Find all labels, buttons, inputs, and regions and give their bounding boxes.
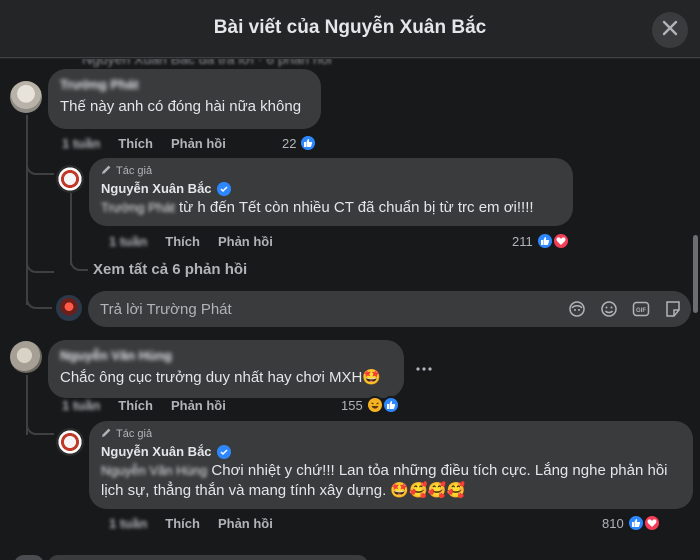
commenter-avatar[interactable] (10, 341, 42, 373)
love-reaction-icon (642, 514, 661, 532)
reply-button[interactable]: Phản hồi (171, 136, 226, 151)
like-button[interactable]: Thích (118, 398, 153, 413)
pencil-icon (101, 164, 112, 178)
emoji-icon[interactable] (599, 299, 619, 319)
thread-connector (70, 255, 88, 271)
thread-connector (26, 255, 54, 273)
reply-input-box[interactable]: GIF (88, 291, 691, 327)
comment-time[interactable]: 1 tuần (62, 398, 100, 413)
reply-text: Trường Phát từ h đến Tết còn nhiều CT đã… (101, 199, 534, 216)
reply-text: Nguyễn Văn Hùng Chơi nhiệt y chứ!!! Lan … (101, 462, 668, 499)
dialog-header: Bài viết của Nguyễn Xuân Bắc (0, 0, 700, 58)
author-tag: Tác giả (101, 164, 561, 178)
reply-bubble: Tác giả Nguyễn Xuân Bắc Nguyễn Văn Hùng … (89, 421, 693, 509)
author-avatar[interactable] (56, 428, 84, 456)
author-name[interactable]: Nguyễn Xuân Bắc (101, 444, 681, 459)
close-icon (662, 20, 678, 41)
previous-reply-summary: Nguyễn Xuân Bắc đã trả lời · 6 phản hồi (82, 59, 332, 67)
avatar-sticker-icon[interactable] (567, 299, 587, 319)
reaction-summary[interactable]: 155 (341, 396, 400, 414)
thread-line (26, 115, 28, 305)
reply-time[interactable]: 1 tuần (109, 516, 147, 531)
reply-tools: GIF (567, 299, 683, 319)
next-commenter-avatar[interactable] (14, 555, 44, 560)
commenter-avatar[interactable] (10, 81, 42, 113)
more-options-icon (416, 358, 432, 376)
reply-button[interactable]: Phản hồi (218, 516, 273, 531)
comment-time[interactable]: 1 tuần (62, 136, 100, 151)
reaction-summary[interactable]: 22 (282, 134, 318, 152)
author-name[interactable]: Nguyễn Xuân Bắc (101, 181, 561, 196)
view-all-replies-link[interactable]: Xem tất cả 6 phản hồi (93, 261, 247, 278)
comment-text: Thế này anh có đóng hài nữa không (60, 98, 302, 115)
reaction-count: 211 (512, 233, 533, 249)
mention-link[interactable]: Nguyễn Văn Hùng (101, 463, 207, 478)
mention-link[interactable]: Trường Phát (101, 200, 175, 215)
comment-actions: 1 tuần Thích Phản hồi (62, 136, 226, 151)
commenter-name[interactable]: Trường Phát (60, 77, 309, 92)
verified-badge-icon (216, 444, 231, 459)
dialog-title: Bài viết của Nguyễn Xuân Bắc (213, 17, 487, 38)
comment-text: Chắc ông cục trưởng duy nhất hay chơi MX… (60, 369, 382, 386)
close-button[interactable] (652, 12, 688, 48)
reply-button[interactable]: Phản hồi (171, 398, 226, 413)
thread-connector (26, 149, 54, 175)
verified-badge-icon (216, 181, 231, 196)
thread-connector (26, 285, 52, 309)
comment-bubble: Trường Phát Thế này anh có đóng hài nữa … (48, 69, 321, 129)
like-button[interactable]: Thích (118, 136, 153, 151)
author-avatar[interactable] (56, 165, 84, 193)
like-button[interactable]: Thích (165, 234, 200, 249)
reaction-summary[interactable]: 810 (602, 514, 661, 532)
reaction-summary[interactable]: 211 (512, 232, 570, 250)
gif-icon[interactable]: GIF (631, 299, 651, 319)
scrollbar[interactable] (693, 235, 698, 313)
like-reaction-icon (299, 134, 318, 152)
reply-actions: 1 tuần Thích Phản hồi (109, 234, 273, 249)
next-comment-bubble (48, 555, 368, 560)
commenter-name[interactable]: Nguyễn Văn Hùng (60, 348, 392, 363)
reply-time[interactable]: 1 tuần (109, 234, 147, 249)
like-button[interactable]: Thích (165, 516, 200, 531)
comment-actions: 1 tuần Thích Phản hồi (62, 398, 226, 413)
author-tag: Tác giả (101, 427, 681, 441)
current-user-avatar[interactable] (56, 295, 82, 321)
reaction-count: 810 (602, 515, 624, 531)
comment-bubble: Nguyễn Văn Hùng Chắc ông cục trưởng duy … (48, 340, 404, 398)
reaction-count: 22 (282, 135, 297, 151)
pencil-icon (101, 427, 112, 441)
svg-text:GIF: GIF (636, 308, 646, 314)
reply-actions: 1 tuần Thích Phản hồi (109, 516, 273, 531)
reply-bubble: Tác giả Nguyễn Xuân Bắc Trường Phát từ h… (89, 158, 573, 226)
comments-feed[interactable]: Nguyễn Xuân Bắc đã trả lời · 6 phản hồi … (0, 59, 700, 560)
reply-button[interactable]: Phản hồi (218, 234, 273, 249)
thread-connector (26, 409, 54, 435)
reply-input[interactable] (88, 291, 548, 327)
like-reaction-icon (381, 396, 400, 414)
love-reaction-icon (551, 232, 570, 250)
sticker-icon[interactable] (663, 299, 683, 319)
reaction-count: 155 (341, 397, 363, 413)
more-options-button[interactable] (412, 357, 436, 377)
